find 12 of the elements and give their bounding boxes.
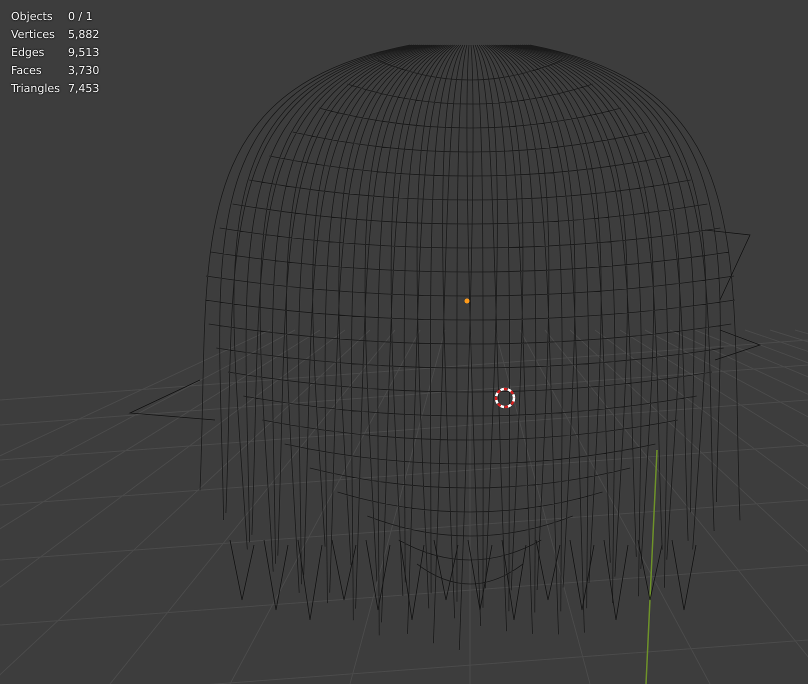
stat-label: Vertices xyxy=(11,27,56,43)
stat-label: Triangles xyxy=(11,81,60,97)
stat-value: 7,453 xyxy=(68,81,100,97)
stat-value: 3,730 xyxy=(68,63,100,79)
stat-label: Objects xyxy=(11,9,54,25)
3d-cursor-icon[interactable] xyxy=(494,388,516,408)
stat-value: 5,882 xyxy=(68,27,100,43)
stat-label: Edges xyxy=(11,45,46,61)
stat-label: Faces xyxy=(11,63,43,79)
origin-dot xyxy=(464,298,470,304)
stat-value: 9,513 xyxy=(68,45,100,61)
stat-value: 0 / 1 xyxy=(68,9,94,25)
